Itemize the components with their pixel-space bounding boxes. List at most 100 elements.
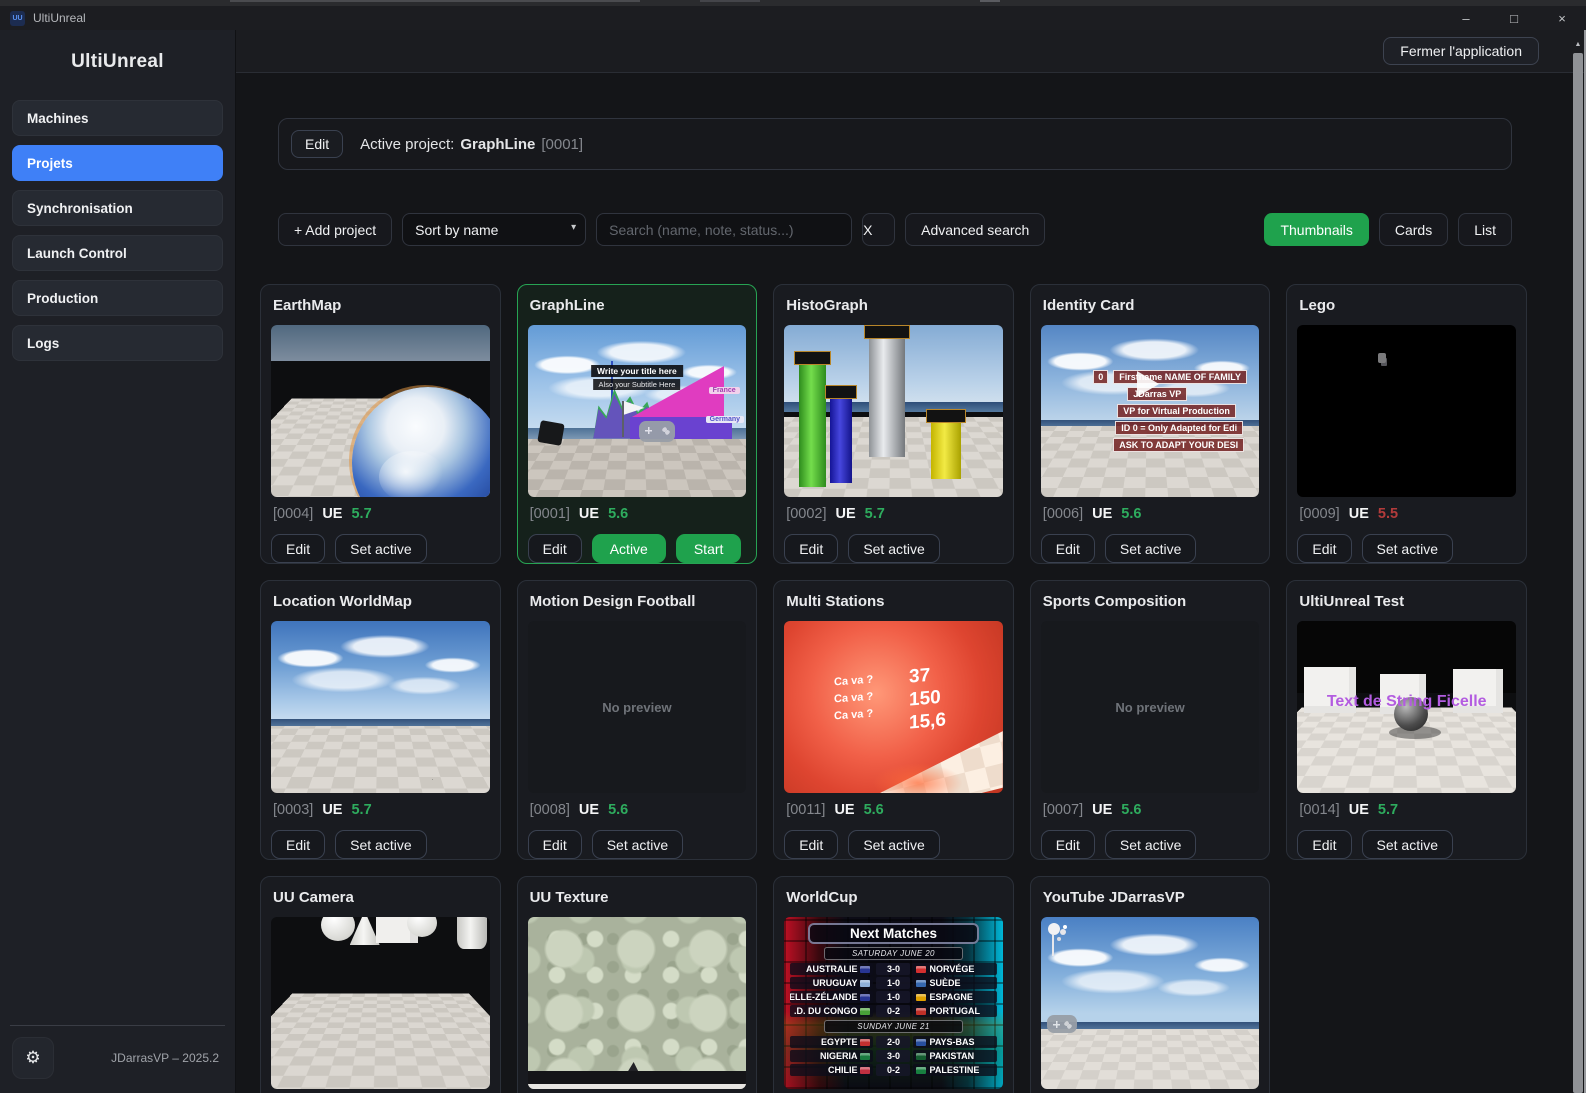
- project-id: [0003]: [273, 802, 313, 818]
- edit-button[interactable]: Edit: [271, 830, 325, 859]
- identity-banner-text: ID 0 = Only Adapted for Edi: [1115, 421, 1243, 435]
- sidebar-item-machines[interactable]: Machines: [12, 100, 223, 136]
- project-card-graphline: GraphLineWrite your title hereAlso your …: [517, 284, 758, 564]
- project-thumbnail: Ca va ?Ca va ?Ca va ?3715015,6: [784, 621, 1003, 793]
- clear-search-button[interactable]: X: [862, 213, 895, 246]
- engine-label: UE: [834, 802, 854, 818]
- engine-version: 5.7: [351, 802, 371, 818]
- sidebar-item-launch-control[interactable]: Launch Control: [12, 235, 223, 271]
- view-cards-button[interactable]: Cards: [1379, 213, 1448, 246]
- scene-title-box: Write your title hereAlso your Subtitle …: [591, 365, 683, 390]
- sidebar-item-synchronisation[interactable]: Synchronisation: [12, 190, 223, 226]
- edit-button[interactable]: Edit: [1297, 830, 1351, 859]
- floor-tiles-graphic: [271, 994, 490, 1089]
- screen-strip-graphic: [528, 1084, 747, 1089]
- project-card-title: UU Camera: [273, 888, 490, 908]
- set-active-button[interactable]: Set active: [1105, 830, 1196, 859]
- edit-button[interactable]: Edit: [784, 830, 838, 859]
- project-card-identity-card: Identity Card0Firstname NAME OF FAMILYJD…: [1030, 284, 1271, 564]
- home-team: AUSTRALIE: [790, 963, 874, 975]
- no-preview-label: No preview: [602, 700, 671, 715]
- no-preview-label: No preview: [1115, 700, 1184, 715]
- bar-silver-graphic: [869, 337, 905, 457]
- match-row: CHILIE0-2PALESTINE: [790, 1064, 998, 1076]
- sky-graphic: [271, 325, 490, 361]
- set-active-button[interactable]: Set active: [335, 534, 426, 563]
- engine-version: 5.6: [608, 506, 628, 522]
- maximize-icon[interactable]: □: [1506, 12, 1522, 25]
- project-meta: [0007]UE5.6: [1041, 802, 1260, 822]
- edit-button[interactable]: Edit: [1041, 534, 1095, 563]
- project-thumbnail: [784, 325, 1003, 497]
- scrollbar[interactable]: ▲: [1573, 38, 1583, 1093]
- engine-version: 5.6: [1121, 506, 1141, 522]
- engine-label: UE: [579, 802, 599, 818]
- flag-icon: [916, 994, 926, 1001]
- set-active-button[interactable]: Set active: [1105, 534, 1196, 563]
- search-input[interactable]: [596, 213, 852, 246]
- project-id: [0009]: [1299, 506, 1339, 522]
- add-project-button[interactable]: + Add project: [278, 213, 392, 246]
- edit-button[interactable]: Edit: [784, 534, 838, 563]
- set-active-button[interactable]: Set active: [848, 830, 939, 859]
- project-card-multi-stations: Multi StationsCa va ?Ca va ?Ca va ?37150…: [773, 580, 1014, 860]
- sidebar-item-logs[interactable]: Logs: [12, 325, 223, 361]
- engine-version: 5.7: [1378, 802, 1398, 818]
- project-meta: [0011]UE5.6: [784, 802, 1003, 822]
- home-team: CHILIE: [790, 1064, 874, 1076]
- active-project-text: Active project:GraphLine[0001]: [360, 136, 583, 153]
- flag-icon: [860, 1067, 870, 1074]
- project-meta: [0001]UE5.6: [528, 506, 747, 526]
- engine-version: 5.6: [864, 802, 884, 818]
- scroll-up-icon[interactable]: ▲: [1573, 38, 1583, 51]
- home-team: EGYPTE: [790, 1036, 874, 1048]
- floor-tiles-graphic: [1041, 1029, 1260, 1089]
- overlay-text: Text de String Ficelle: [1297, 693, 1516, 711]
- edit-active-project-button[interactable]: Edit: [291, 130, 343, 158]
- set-active-button[interactable]: Set active: [848, 534, 939, 563]
- close-application-button[interactable]: Fermer l'application: [1383, 37, 1539, 65]
- flag-icon: [622, 401, 624, 437]
- project-card-location-worldmap: Location WorldMap[0003]UE5.7EditSet acti…: [260, 580, 501, 860]
- sidebar-brand: UltiUnreal: [0, 51, 235, 73]
- sidebar-item-production[interactable]: Production: [12, 280, 223, 316]
- advanced-search-button[interactable]: Advanced search: [905, 213, 1045, 246]
- floor-tiles-graphic: [271, 726, 490, 793]
- engine-label: UE: [1092, 802, 1112, 818]
- edit-button[interactable]: Edit: [528, 534, 582, 563]
- view-list-button[interactable]: List: [1458, 213, 1512, 246]
- app-logo-icon: UU: [10, 11, 25, 26]
- match-score: 0-2: [876, 1064, 910, 1076]
- close-icon[interactable]: ×: [1554, 12, 1570, 25]
- minimize-icon[interactable]: –: [1458, 12, 1474, 25]
- scrollbar-thumb[interactable]: [1573, 53, 1583, 1093]
- sidebar-item-projets[interactable]: Projets: [12, 145, 223, 181]
- sort-select[interactable]: Sort by name: [402, 213, 586, 246]
- edit-button[interactable]: Edit: [528, 830, 582, 859]
- active-project-bar: Edit Active project:GraphLine[0001]: [278, 118, 1512, 170]
- scoreboard-rows: AUSTRALIE3-0NORVÉGEURUGUAY1-0SUÈDEUVELLE…: [790, 963, 998, 1017]
- set-active-button[interactable]: Set active: [335, 830, 426, 859]
- start-button[interactable]: Start: [676, 534, 742, 563]
- project-card-title: YouTube JDarrasVP: [1043, 888, 1260, 908]
- set-active-button[interactable]: Set active: [1362, 534, 1453, 563]
- set-active-button[interactable]: Set active: [1362, 830, 1453, 859]
- set-active-button[interactable]: Set active: [592, 830, 683, 859]
- settings-button[interactable]: ⚙: [12, 1037, 54, 1079]
- edit-button[interactable]: Edit: [1297, 534, 1351, 563]
- project-actions: Edit Set active: [528, 830, 747, 859]
- project-thumbnail: [271, 325, 490, 497]
- identity-banner-row: VP for Virtual Production: [1117, 404, 1259, 418]
- edit-button[interactable]: Edit: [1041, 830, 1095, 859]
- scene-subtitle-text: Also your Subtitle Here: [594, 379, 681, 390]
- active-button[interactable]: Active: [592, 534, 666, 563]
- edit-button[interactable]: Edit: [271, 534, 325, 563]
- project-card-title: UU Texture: [530, 888, 747, 908]
- away-team: PAKISTAN: [913, 1050, 997, 1062]
- project-thumbnail: No preview: [1041, 621, 1260, 793]
- project-meta: [0008]UE5.6: [528, 802, 747, 822]
- project-id: [0001]: [530, 506, 570, 522]
- project-thumbnail: [271, 917, 490, 1089]
- main-area: Fermer l'application Edit Active project…: [236, 30, 1586, 1093]
- view-thumbnails-button[interactable]: Thumbnails: [1264, 213, 1368, 246]
